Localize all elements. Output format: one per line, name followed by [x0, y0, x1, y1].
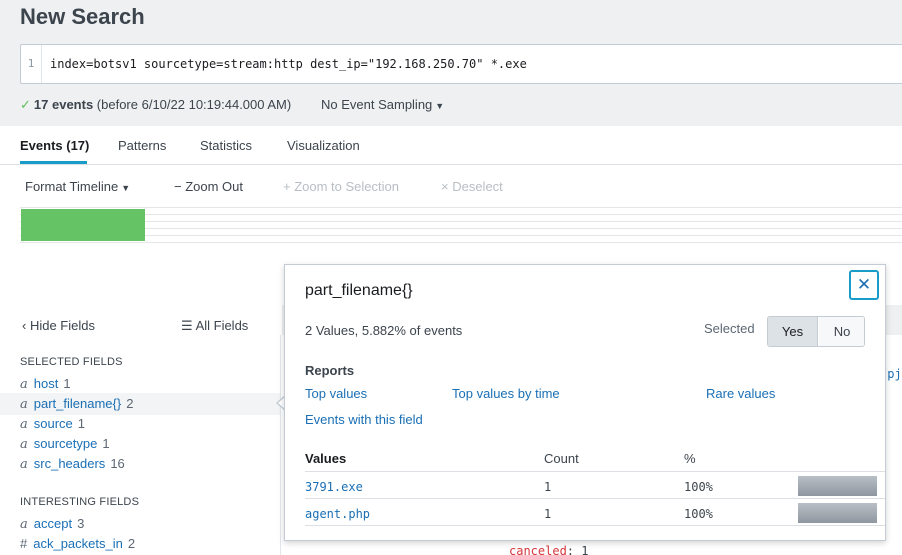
list-icon: ☰ [181, 318, 193, 333]
line-number: 1 [21, 45, 42, 83]
value-percent: 100% [684, 507, 713, 521]
selected-fields-heading: SELECTED FIELDS [20, 356, 123, 368]
all-fields-button[interactable]: ☰ All Fields [181, 318, 248, 334]
row-divider [305, 471, 885, 472]
sidebar-divider [280, 335, 281, 555]
zoom-out-button[interactable]: − Zoom Out [174, 179, 243, 194]
value-percent: 100% [684, 480, 713, 494]
event-sampling-label: No Event Sampling [321, 97, 433, 112]
value-count: 1 [544, 507, 552, 521]
tab-events[interactable]: Events (17) [20, 138, 89, 153]
timeline-gridline [20, 221, 902, 222]
tab-patterns[interactable]: Patterns [118, 138, 166, 153]
format-timeline-label: Format Timeline [25, 179, 119, 194]
reports-heading: Reports [305, 363, 355, 378]
timeline-gridline [20, 214, 902, 215]
selected-no-button[interactable]: No [819, 317, 864, 346]
timeline-bar[interactable] [21, 209, 145, 241]
event-sampling-dropdown[interactable]: No Event Sampling ▼ [321, 97, 444, 112]
value-count: 1 [544, 480, 552, 494]
search-input[interactable]: 1 index=botsv1 sourcetype=stream:http de… [20, 44, 902, 84]
field-name: part_filename{} [33, 396, 122, 411]
field-name: host [33, 376, 59, 391]
field-src-headers[interactable]: a src_headers 16 [20, 456, 125, 472]
search-status: ✓ 17 events (before 6/10/22 10:19:44.000 … [20, 97, 291, 113]
top-values-by-time-link[interactable]: Top values by time [452, 386, 560, 401]
event-field-fragment: canceled: 1 [509, 544, 588, 555]
field-count: 2 [127, 536, 136, 551]
tab-statistics[interactable]: Statistics [200, 138, 252, 153]
field-count: 2 [126, 396, 134, 411]
count-header: Count [544, 451, 579, 466]
percent-header: % [684, 451, 696, 466]
field-name: source [33, 416, 73, 431]
popover-title: part_filename{} [305, 282, 413, 299]
field-summary-text: 2 Values, 5.882% of events [305, 323, 463, 338]
string-type-icon: a [20, 517, 28, 532]
caret-down-icon: ▼ [121, 183, 131, 193]
string-type-icon: a [20, 397, 28, 412]
events-with-field-link[interactable]: Events with this field [305, 412, 423, 427]
active-tab-indicator [20, 161, 87, 164]
field-name: ack_packets_in [33, 536, 123, 551]
page-title: New Search [20, 4, 145, 29]
selected-toggle: Yes No [767, 316, 865, 347]
field-ack-packets-in[interactable]: # ack_packets_in 2 [20, 536, 135, 551]
caret-down-icon: ▼ [435, 101, 445, 111]
hide-fields-button[interactable]: ‹ Hide Fields [22, 318, 95, 333]
field-count: 1 [102, 436, 110, 451]
field-count: 1 [77, 416, 86, 431]
before-timestamp: (before 6/10/22 10:19:44.000 AM) [96, 97, 292, 112]
field-summary-popover: part_filename{} ✕ 2 Values, 5.882% of ev… [284, 264, 886, 541]
field-name: accept [33, 516, 73, 531]
zoom-to-selection-button[interactable]: + Zoom to Selection [283, 179, 399, 194]
value-link[interactable]: 3791.exe [305, 480, 363, 494]
results-tabs: Events (17) Patterns Statistics Visualiz… [0, 126, 902, 165]
timeline-gridline [20, 228, 902, 229]
timeline-gridline [20, 242, 902, 243]
string-type-icon: a [20, 457, 28, 472]
search-query-text[interactable]: index=botsv1 sourcetype=stream:http dest… [50, 45, 527, 83]
field-count: 3 [77, 516, 85, 531]
check-icon: ✓ [20, 97, 31, 112]
row-divider [305, 498, 885, 499]
selected-yes-button[interactable]: Yes [768, 317, 818, 346]
timeline-chart[interactable] [20, 207, 902, 243]
close-icon[interactable]: ✕ [849, 270, 879, 300]
number-type-icon: # [20, 536, 28, 551]
timeline-gridline [20, 235, 902, 236]
deselect-button[interactable]: × Deselect [441, 179, 503, 194]
search-header: New Search 1 index=botsv1 sourcetype=str… [0, 0, 902, 126]
field-host[interactable]: a host 1 [20, 376, 71, 392]
rare-values-link[interactable]: Rare values [706, 386, 775, 401]
interesting-fields-heading: INTERESTING FIELDS [20, 496, 140, 508]
value-link[interactable]: agent.php [305, 507, 370, 521]
format-timeline-dropdown[interactable]: Format Timeline ▼ [25, 179, 130, 194]
event-field-value: : 1 [566, 544, 589, 555]
all-fields-label: All Fields [195, 318, 249, 333]
events-count: 17 events [33, 97, 94, 112]
field-count: 16 [110, 456, 125, 471]
field-source[interactable]: a source 1 [20, 416, 85, 432]
field-sourcetype[interactable]: a sourcetype 1 [20, 436, 110, 452]
percent-bar [798, 503, 877, 523]
percent-bar [798, 476, 877, 496]
row-divider [305, 525, 885, 526]
field-count: 1 [63, 376, 71, 391]
selected-label: Selected [704, 321, 755, 336]
string-type-icon: a [20, 437, 28, 452]
field-accept[interactable]: a accept 3 [20, 516, 84, 532]
field-name: src_headers [33, 456, 106, 471]
timeline-gridline [20, 207, 902, 208]
field-part-filename[interactable]: a part_filename{} 2 [0, 393, 280, 415]
values-header: Values [305, 451, 347, 466]
field-name: sourcetype [33, 436, 98, 451]
top-values-link[interactable]: Top values [305, 386, 367, 401]
string-type-icon: a [20, 417, 28, 432]
event-field-key: canceled [509, 544, 567, 555]
string-type-icon: a [20, 377, 28, 392]
tab-visualization[interactable]: Visualization [287, 138, 360, 153]
